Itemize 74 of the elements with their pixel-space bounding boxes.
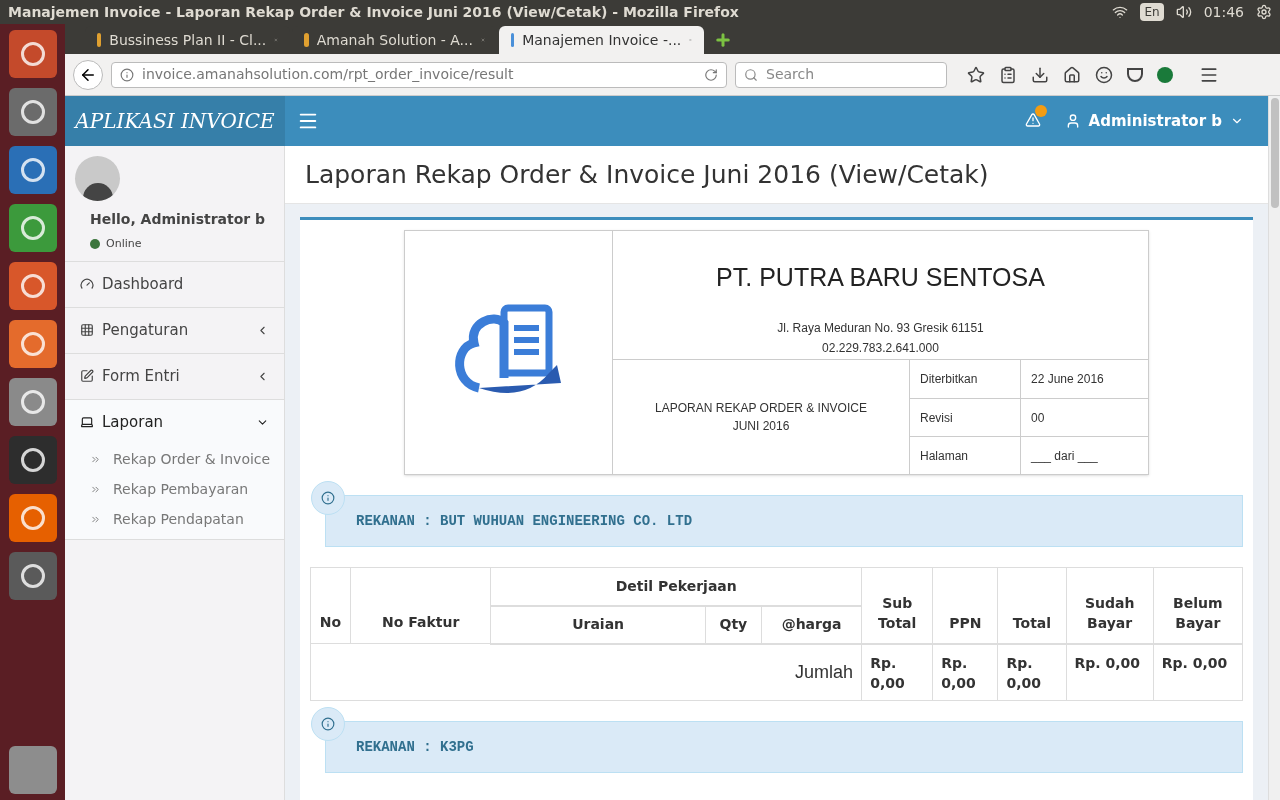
tax-number: 02.229.783.2.641.000	[822, 339, 939, 357]
submenu-item[interactable]: Rekap Pembayaran	[65, 474, 284, 505]
double-chevron-icon	[90, 514, 101, 525]
column-header: No Faktur	[350, 567, 491, 644]
smiley-icon[interactable]	[1095, 65, 1113, 84]
page-title: Laporan Rekap Order & Invoice Juni 2016 (View/Cetak)	[305, 158, 989, 191]
warning-icon[interactable]	[1024, 112, 1041, 128]
sum-cell: Rp. 0,00	[1066, 643, 1154, 701]
company-address: Jl. Raya Meduran No. 93 Gresik 61151	[777, 319, 984, 337]
wifi-icon[interactable]	[1112, 4, 1129, 20]
back-button[interactable]	[73, 59, 103, 90]
home-icon[interactable]	[1063, 65, 1081, 84]
bookmark-star-icon[interactable]	[967, 65, 985, 84]
meta-label: Revisi	[910, 399, 1021, 436]
sidebar-item[interactable]: Dashboard	[65, 261, 284, 307]
submenu-item[interactable]: Rekap Order & Invoice	[65, 444, 284, 475]
meta-label: Halaman	[910, 437, 1021, 474]
submenu-item[interactable]: Rekap Pendapatan	[65, 504, 284, 535]
column-header: Belum Bayar	[1153, 567, 1243, 644]
partner-name: REKANAN : BUT WUHUAN ENGINEERING CO. LTD	[356, 511, 693, 531]
scrollbar[interactable]	[1268, 96, 1280, 800]
edit-icon	[80, 369, 94, 383]
partner-name: REKANAN : K3PG	[356, 737, 474, 757]
double-chevron-icon	[90, 454, 101, 465]
column-header: Uraian	[490, 605, 706, 644]
sidebar-item[interactable]: Form Entri	[65, 353, 284, 399]
report-title: JUNI 2016	[732, 418, 790, 435]
meta-label: Diterbitkan	[910, 360, 1021, 398]
avatar-silhouette	[75, 156, 120, 201]
meta-value: ___ dari ___	[1030, 447, 1099, 465]
tab-favicon-icon	[304, 33, 309, 47]
column-header: PPN	[932, 567, 998, 644]
greeting: Hello, Administrator b	[90, 210, 267, 229]
search-field[interactable]: Search	[735, 61, 947, 88]
column-header: Total	[997, 567, 1067, 644]
new-tab-icon[interactable]	[714, 31, 732, 49]
laptop-icon	[80, 415, 94, 429]
meta-value: 22 June 2016	[1030, 371, 1105, 388]
sum-cell: Rp. 0,00	[1153, 643, 1243, 701]
column-header: Qty	[705, 605, 762, 644]
brand-logo[interactable]: APLIKASI INVOICE	[65, 96, 285, 146]
sum-label: Jumlah	[310, 643, 862, 701]
report-title: LAPORAN REKAP ORDER & INVOICE	[655, 400, 867, 417]
meta-value: 00	[1030, 409, 1046, 427]
grid-icon	[80, 323, 94, 337]
column-header: No	[310, 567, 351, 644]
search-icon	[744, 67, 758, 82]
volume-icon[interactable]	[1175, 4, 1192, 20]
sum-cell: Rp. 0,00	[861, 643, 933, 701]
reading-list-icon[interactable]	[999, 65, 1017, 84]
double-chevron-icon	[90, 484, 101, 495]
sidebar-item[interactable]: Pengaturan	[65, 307, 284, 353]
info-icon	[120, 67, 134, 82]
clock[interactable]: 01:46	[1203, 1, 1244, 23]
download-icon[interactable]	[1031, 65, 1049, 84]
column-header: Detil Pekerjaan	[490, 567, 862, 606]
notification-badge	[1034, 105, 1047, 117]
tab-favicon-icon	[511, 33, 515, 47]
keyboard-indicator[interactable]: En	[1140, 3, 1164, 21]
gauge-icon	[80, 277, 94, 291]
window-title: Manajemen Invoice - Laporan Rekap Order & Invoice Juni 2016 (View/Cetak) - Mozilla Firefox	[8, 2, 740, 22]
address-bar[interactable]: invoice.amanahsolution.com/rpt_order_invoice/result	[111, 61, 727, 88]
browser-tab[interactable]: Manajemen Invoice -...	[499, 26, 704, 54]
column-header: Sudah Bayar	[1066, 567, 1154, 644]
sidebar-item[interactable]: Laporan	[65, 399, 284, 445]
user-menu[interactable]: Administrator b	[1064, 96, 1244, 146]
reload-icon[interactable]	[704, 67, 718, 82]
column-header: Sub Total	[861, 567, 933, 644]
sum-cell: Rp. 0,00	[997, 643, 1067, 701]
tab-favicon-icon	[97, 33, 102, 47]
status-label: Online	[106, 236, 142, 252]
company-name: PT. PUTRA BARU SENTOSA	[716, 262, 1045, 293]
sum-cell: Rp. 0,00	[932, 643, 998, 701]
settings-icon[interactable]	[1256, 4, 1272, 20]
